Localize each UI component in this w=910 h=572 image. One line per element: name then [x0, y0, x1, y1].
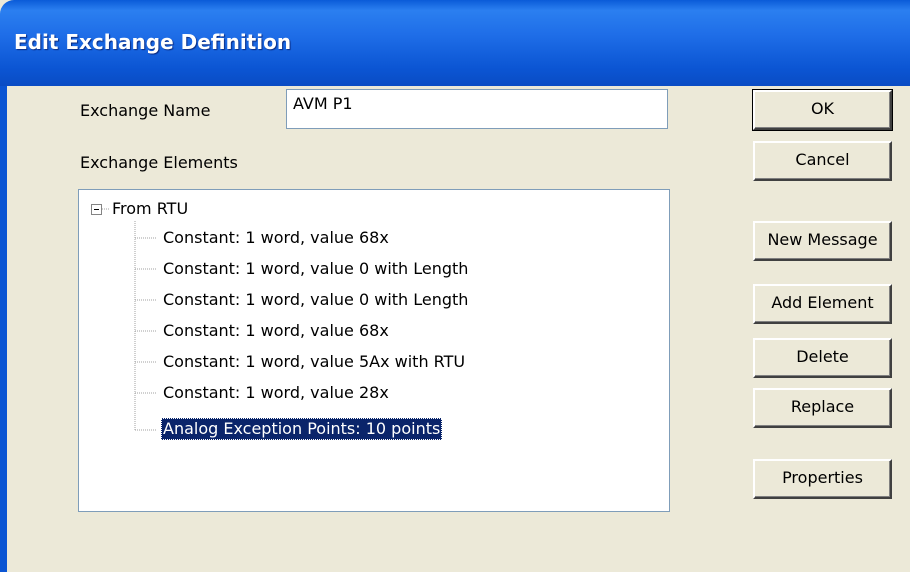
properties-button[interactable]: Properties [753, 459, 892, 499]
replace-button[interactable]: Replace [753, 388, 892, 428]
collapse-icon[interactable] [91, 204, 102, 215]
window-left-border [0, 86, 7, 572]
tree-item[interactable]: Constant: 1 word, value 68x [161, 320, 391, 342]
exchange-name-label: Exchange Name [80, 101, 211, 120]
tree-item[interactable]: Constant: 1 word, value 5Ax with RTU [161, 351, 467, 373]
tree-item[interactable]: Constant: 1 word, value 68x [161, 227, 391, 249]
tree-item[interactable]: Constant: 1 word, value 28x [161, 382, 391, 404]
delete-button[interactable]: Delete [753, 338, 892, 378]
ok-button[interactable]: OK [752, 89, 893, 131]
add-element-button[interactable]: Add Element [753, 284, 892, 324]
tree-item[interactable]: Constant: 1 word, value 0 with Length [161, 289, 470, 311]
window-title: Edit Exchange Definition [14, 30, 292, 54]
title-bar[interactable]: Edit Exchange Definition [0, 0, 910, 86]
exchange-elements-label: Exchange Elements [80, 153, 238, 172]
edit-exchange-dialog: Edit Exchange Definition Exchange Name E… [0, 0, 910, 572]
exchange-name-input[interactable] [286, 89, 668, 129]
tree-root-from-rtu[interactable]: From RTU [112, 198, 188, 220]
tree-item[interactable]: Constant: 1 word, value 0 with Length [161, 258, 470, 280]
exchange-elements-tree[interactable]: From RTU Constant: 1 word, value 68x Con… [78, 189, 670, 512]
tree-item-selected[interactable]: Analog Exception Points: 10 points [161, 418, 443, 440]
new-message-button[interactable]: New Message [753, 221, 892, 261]
cancel-button[interactable]: Cancel [753, 141, 892, 181]
